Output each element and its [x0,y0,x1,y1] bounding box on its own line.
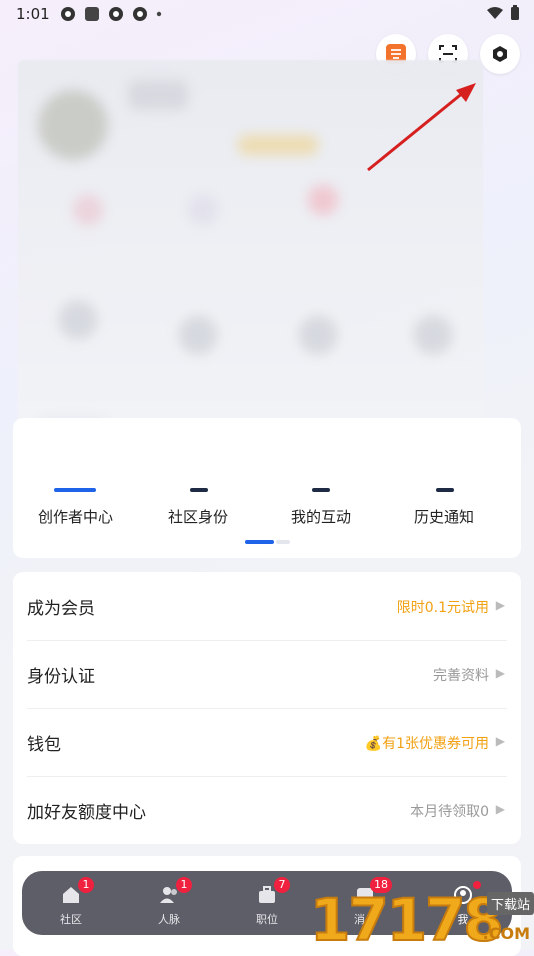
gear-icon [493,46,507,62]
tool-creator-center[interactable]: 创作者中心 [38,506,113,527]
app-notification-icon [109,7,123,21]
annotation-arrow [367,83,476,172]
tool-community-identity[interactable]: 社区身份 [168,506,228,527]
more-dot-icon [156,11,162,17]
blurred-avatar [38,90,108,160]
menu-row-friend-quota[interactable]: 加好友额度中心 本月待领取0 ▶ [27,776,507,844]
blurred-name [128,80,188,110]
watermark-suffix: .COM [482,924,530,943]
chevron-right-icon: ▶ [495,598,505,612]
battery-icon [511,5,519,20]
creator-icon [54,488,96,492]
tab-label: 人脉 [158,913,180,926]
menu-title: 加好友额度中心 [27,803,146,823]
watermark-tag: 下载站 [486,892,534,915]
blurred-stat [73,195,103,225]
menu-title: 钱包 [27,735,61,755]
site-watermark: 17178 下载站 .COM [309,885,534,955]
badge: 7 [274,877,290,893]
notification-icons [60,6,162,22]
tab-label: 职位 [256,913,278,926]
menu-row-wallet[interactable]: 钱包 💰有1张优惠券可用 ▶ [27,708,507,777]
blurred-icon [58,300,98,340]
pager-inactive [276,540,290,544]
tab-contacts[interactable]: 1 人脉 [134,871,204,935]
blurred-tag [238,135,318,155]
watermark-number: 17178 [309,885,505,955]
tab-community[interactable]: 1 社区 [36,871,106,935]
blurred-icon [413,315,453,355]
menu-card: 成为会员 限时0.1元试用 ▶ 身份认证 完善资料 ▶ 钱包 💰有1张优惠券可用… [13,572,521,844]
pager-active [245,540,274,544]
badge: 1 [176,877,192,893]
menu-value: 限时0.1元试用 [396,600,489,616]
tab-jobs[interactable]: 7 职位 [232,871,302,935]
tab-label: 社区 [60,913,82,926]
notification-history-icon [436,488,454,492]
menu-title: 成为会员 [27,599,95,619]
menu-row-verification[interactable]: 身份认证 完善资料 ▶ [27,640,507,709]
blurred-icon [178,315,218,355]
menu-row-membership[interactable]: 成为会员 限时0.1元试用 ▶ [27,572,507,641]
status-right [486,5,520,21]
tool-my-interactions[interactable]: 我的互动 [291,506,351,527]
chevron-right-icon: ▶ [495,666,505,680]
menu-title: 身份认证 [27,667,95,687]
app-notification-icon [133,7,147,21]
interaction-icon [312,488,330,492]
menu-value: 💰有1张优惠券可用 [364,736,489,752]
identity-icon [190,488,208,492]
chevron-right-icon: ▶ [495,734,505,748]
blurred-stat [188,195,218,225]
menu-value: 完善资料 [433,668,489,684]
app-notification-icon [61,7,75,21]
status-time: 1:01 [16,5,50,23]
badge: 1 [78,877,94,893]
settings-button[interactable] [480,34,520,74]
tool-history-notifications[interactable]: 历史通知 [414,506,474,527]
wifi-icon [487,7,503,19]
menu-value: 本月待领取0 [410,804,489,820]
blurred-stat [308,185,338,215]
chevron-right-icon: ▶ [495,802,505,816]
square-notification-icon [85,7,99,21]
blurred-icon [298,315,338,355]
status-bar: 1:01 [0,0,534,28]
